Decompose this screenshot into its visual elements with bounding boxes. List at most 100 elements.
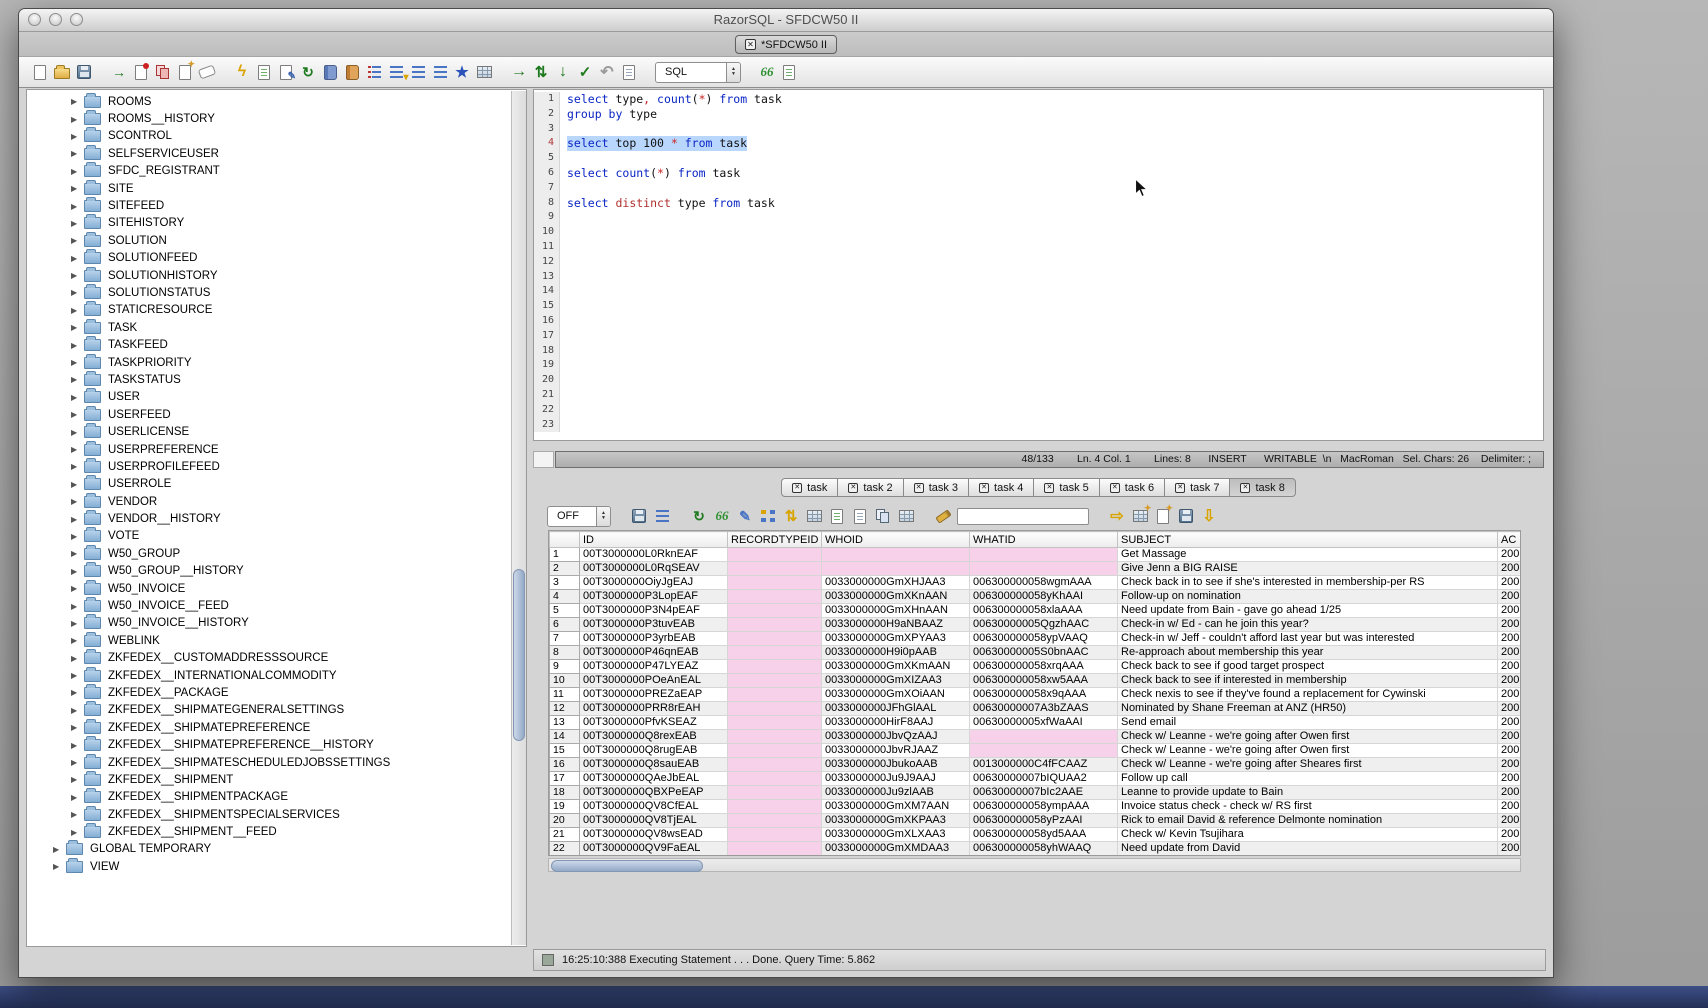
disclosure-triangle-icon[interactable]: ▶ [71,428,84,437]
go-next-icon[interactable]: ⇨ [1108,506,1126,526]
insert-row-icon[interactable] [1131,506,1149,526]
tree-item-solutionhistory[interactable]: ▶SOLUTIONHISTORY [28,267,510,284]
cell-ac[interactable]: 200 [1498,800,1521,814]
disclosure-triangle-icon[interactable]: ▶ [71,445,84,454]
cell-recordtypeid[interactable] [728,716,822,730]
cell-id[interactable]: 00T3000000Q8rugEAB [580,744,728,758]
cell-recordtypeid[interactable] [728,842,822,856]
select-stepper-icon[interactable]: ▲▼ [596,507,610,526]
row-number[interactable]: 7 [550,632,580,646]
tree-item-userrole[interactable]: ▶USERROLE [28,476,510,493]
cell-whoid[interactable]: 0033000000GmXHJAA3 [822,576,970,590]
cell-subject[interactable]: Follow up call [1118,772,1498,786]
cell-recordtypeid[interactable] [728,786,822,800]
cell-ac[interactable]: 200 [1498,646,1521,660]
cell-ac[interactable]: 200 [1498,814,1521,828]
cell-ac[interactable]: 200 [1498,562,1521,576]
editor-line[interactable]: 8select distinct type from task [534,196,1543,211]
disclosure-triangle-icon[interactable]: ▶ [71,549,84,558]
row-number[interactable]: 12 [550,702,580,716]
disclosure-triangle-icon[interactable]: ▶ [71,584,84,593]
related-data-icon[interactable] [759,506,777,526]
editor-line[interactable]: 19 [534,358,1543,373]
cell-whatid[interactable]: 00630000005xfWaAAI [970,716,1118,730]
disclosure-triangle-icon[interactable]: ▶ [71,515,84,524]
new-file-icon[interactable] [31,62,49,82]
tab-close-icon[interactable]: ✕ [979,483,989,493]
cell-subject[interactable]: Check w/ Leanne - we're going after Owen… [1118,730,1498,744]
disclosure-triangle-icon[interactable]: ▶ [71,288,84,297]
row-number[interactable]: 5 [550,604,580,618]
cell-ac[interactable]: 200 [1498,730,1521,744]
fetch-down-icon[interactable]: ↓ [554,62,572,82]
tree-item-site[interactable]: ▶SITE [28,180,510,197]
tree-item-global-temporary[interactable]: ▶GLOBAL TEMPORARY [28,841,510,858]
tree-item-taskstatus[interactable]: ▶TASKSTATUS [28,371,510,388]
cell-whatid[interactable]: 006300000058yd5AAA [970,828,1118,842]
cell-recordtypeid[interactable] [728,702,822,716]
list-icon[interactable] [365,62,383,82]
zoom-window-button[interactable] [70,13,83,26]
tree-item-w50_invoice[interactable]: ▶W50_INVOICE [28,580,510,597]
disclosure-triangle-icon[interactable]: ▶ [71,480,84,489]
cell-ac[interactable]: 200 [1498,828,1521,842]
highlight-pen-icon[interactable] [934,506,952,526]
export-file-icon[interactable] [132,62,150,82]
tree-item-zkfedex__shipmatepreference[interactable]: ▶ZKFEDEX__SHIPMATEPREFERENCE [28,719,510,736]
cell-whatid[interactable]: 006300000058wgmAAA [970,576,1118,590]
tab-close-icon[interactable]: ✕ [1240,483,1250,493]
tree-item-zkfedex__shipmatescheduledjobssettings[interactable]: ▶ZKFEDEX__SHIPMATESCHEDULEDJOBSSETTINGS [28,754,510,771]
editor-line[interactable]: 1select type, count(*) from task [534,92,1543,107]
editor-line[interactable]: 7 [534,181,1543,196]
row-number[interactable]: 6 [550,618,580,632]
result-tab-task-8[interactable]: ✕task 8 [1229,478,1295,497]
disclosure-triangle-icon[interactable]: ▶ [71,393,84,402]
tree-item-zkfedex__shipment__feed[interactable]: ▶ZKFEDEX__SHIPMENT__FEED [28,823,510,840]
disclosure-triangle-icon[interactable]: ▶ [71,741,84,750]
tab-close-icon[interactable]: ✕ [745,39,756,50]
tab-close-icon[interactable]: ✕ [1044,483,1054,493]
tree-item-solutionstatus[interactable]: ▶SOLUTIONSTATUS [28,284,510,301]
disclosure-triangle-icon[interactable]: ▶ [71,828,84,837]
disclosure-triangle-icon[interactable]: ▶ [71,341,84,350]
cell-id[interactable]: 00T3000000P3yrbEAB [580,632,728,646]
log-doc-icon[interactable] [620,62,638,82]
tree-item-task[interactable]: ▶TASK [28,319,510,336]
table-row[interactable]: 1400T3000000Q8rexEAB0033000000JbvQzAAJCh… [550,730,1521,744]
cell-id[interactable]: 00T3000000QV9FaEAL [580,842,728,856]
disclosure-triangle-icon[interactable]: ▶ [71,323,84,332]
disclosure-triangle-icon[interactable]: ▶ [71,97,84,106]
tab-close-icon[interactable]: ✕ [792,483,802,493]
execute-lightning-icon[interactable]: ϟ [233,62,251,82]
cell-id[interactable]: 00T3000000Q8sauEAB [580,758,728,772]
edit-cell-icon[interactable] [1154,506,1172,526]
disclosure-triangle-icon[interactable]: ▶ [71,567,84,576]
disclosure-triangle-icon[interactable]: ▶ [71,375,84,384]
tree-item-sitefeed[interactable]: ▶SITEFEED [28,197,510,214]
results-panel-icon[interactable] [780,62,798,82]
column-header-SUBJECT[interactable]: SUBJECT [1118,532,1498,548]
cell-id[interactable]: 00T3000000P3tuvEAB [580,618,728,632]
tree-item-sitehistory[interactable]: ▶SITEHISTORY [28,215,510,232]
align-lines-icon[interactable] [409,62,427,82]
save-results-icon[interactable] [630,506,648,526]
tree-item-zkfedex__shipment[interactable]: ▶ZKFEDEX__SHIPMENT [28,771,510,788]
cell-whoid[interactable]: 0033000000Ju9J9AAJ [822,772,970,786]
format-sql-icon[interactable] [431,62,449,82]
cell-ac[interactable]: 200 [1498,604,1521,618]
row-number[interactable]: 21 [550,828,580,842]
disclosure-triangle-icon[interactable]: ▶ [71,619,84,628]
tree-item-zkfedex__customaddresssource[interactable]: ▶ZKFEDEX__CUSTOMADDRESSSOURCE [28,650,510,667]
editor-line[interactable]: 2group by type [534,107,1543,122]
tree-item-scontrol[interactable]: ▶SCONTROL [28,128,510,145]
cell-ac[interactable]: 200 [1498,772,1521,786]
copy-results-icon[interactable] [874,506,892,526]
editor-line[interactable]: 4select top 100 * from task [534,136,1543,151]
copy-file-icon[interactable] [154,62,172,82]
refresh-results-icon[interactable]: ↻ [690,506,708,526]
row-number[interactable]: 8 [550,646,580,660]
cell-whoid[interactable]: 0033000000GmXIZAA3 [822,674,970,688]
cell-recordtypeid[interactable] [728,660,822,674]
column-header-AC[interactable]: AC [1498,532,1521,548]
cell-id[interactable]: 00T3000000Q8rexEAB [580,730,728,744]
